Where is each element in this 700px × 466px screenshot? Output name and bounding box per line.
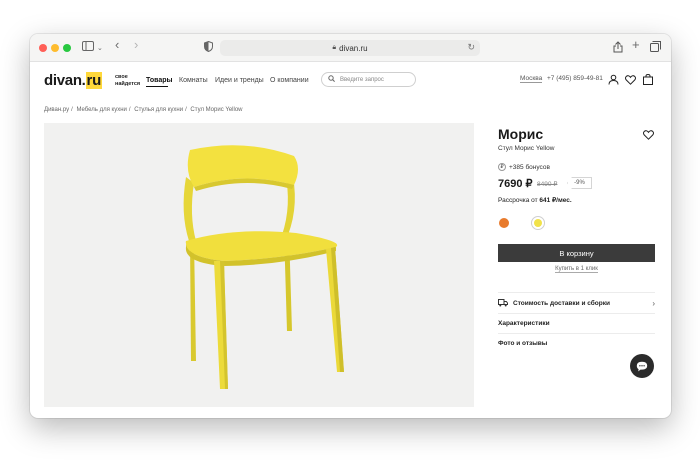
search-icon — [328, 75, 335, 84]
phone-number[interactable]: +7 (495) 859-49-81 — [547, 75, 603, 82]
nav-rooms[interactable]: Комнаты — [179, 77, 208, 84]
color-swatch-yellow[interactable] — [534, 219, 542, 227]
city-selector[interactable]: Москва — [520, 75, 543, 83]
color-swatch-orange[interactable] — [499, 218, 509, 228]
chat-bubble-icon — [636, 361, 648, 371]
current-price: 7690 ₽ — [498, 178, 533, 190]
delivery-cost-row[interactable]: Стоимость доставки и сборки › — [498, 298, 655, 308]
product-title: Морис — [498, 126, 544, 142]
breadcrumb: Диван.ру / Мебель для кухни / Стулья для к… — [44, 107, 243, 113]
logo-main: divan. — [44, 72, 86, 89]
installment-info[interactable]: Рассрочка от 641 ₽/мес. — [498, 196, 572, 204]
buy-one-click-label: Купить в 1 клик — [555, 266, 598, 273]
new-tab-icon[interactable]: + — [632, 38, 640, 52]
old-price: 8490 ₽ — [537, 181, 558, 188]
discount-badge: -9% — [567, 177, 592, 189]
sidebar-icon[interactable] — [82, 41, 94, 55]
slogan: свое найдется — [115, 74, 140, 87]
buy-one-click-link[interactable]: Купить в 1 клик — [498, 266, 655, 273]
breadcrumb-item[interactable]: Диван.ру — [44, 107, 69, 113]
specifications-row[interactable]: Характеристики — [498, 320, 655, 327]
browser-window: ⌄ ‹ › 🔒︎ divan.ru ↻ + divan.ru свое найд… — [30, 34, 671, 418]
slogan-line-2: найдется — [115, 80, 141, 87]
privacy-shield-icon[interactable] — [204, 40, 213, 56]
search-input[interactable]: Введите запрос — [321, 72, 416, 87]
divider — [498, 313, 655, 314]
breadcrumb-current: Стул Морис Yellow — [190, 107, 243, 113]
installment-value: 641 ₽/мес. — [539, 197, 572, 204]
chat-button[interactable] — [630, 354, 654, 378]
add-to-cart-button[interactable]: В корзину — [498, 244, 655, 262]
installment-prefix: Рассрочка от — [498, 197, 540, 204]
product-subtitle: Стул Морис Yellow — [498, 145, 555, 152]
product-image[interactable] — [44, 123, 474, 407]
address-text: divan.ru — [339, 43, 368, 53]
forward-icon[interactable]: › — [134, 38, 138, 52]
chair-illustration — [183, 145, 344, 389]
site-logo[interactable]: divan.ru — [44, 72, 102, 89]
nav-ideas[interactable]: Идеи и тренды — [215, 77, 264, 84]
cart-bag-icon[interactable] — [643, 72, 655, 85]
nav-active-underline — [146, 86, 168, 87]
tabs-overview-icon[interactable] — [650, 41, 661, 56]
bonus-info: ₽ +385 бонусов — [498, 163, 550, 171]
site-header: divan.ru свое найдется Товары Комнаты Ид… — [30, 62, 671, 102]
nav-products[interactable]: Товары — [146, 77, 172, 84]
share-icon[interactable] — [613, 41, 623, 57]
bonus-coin-icon: ₽ — [498, 163, 506, 171]
divider — [498, 292, 655, 293]
reload-icon[interactable]: ↻ — [467, 42, 475, 53]
favorites-heart-icon[interactable] — [624, 72, 637, 85]
breadcrumb-item[interactable]: Мебель для кухни — [76, 107, 126, 113]
bonus-text: +385 бонусов — [509, 163, 550, 171]
minimize-window-button[interactable] — [51, 44, 59, 52]
address-bar[interactable]: 🔒︎ divan.ru ↻ — [220, 40, 480, 56]
browser-toolbar: ⌄ ‹ › 🔒︎ divan.ru ↻ + — [30, 34, 671, 62]
zoom-window-button[interactable] — [63, 44, 71, 52]
add-to-favorites-heart-icon[interactable] — [642, 127, 655, 140]
logo-tld: ru — [85, 72, 102, 89]
back-icon[interactable]: ‹ — [115, 38, 119, 52]
breadcrumb-item[interactable]: Стулья для кухни — [134, 107, 183, 113]
lock-icon: 🔒︎ — [332, 44, 337, 51]
photos-reviews-row[interactable]: Фото и отзывы — [498, 340, 655, 347]
color-swatch-white[interactable] — [518, 218, 528, 228]
divider — [498, 333, 655, 334]
chevron-down-icon[interactable]: ⌄ — [97, 42, 103, 56]
nav-about[interactable]: О компании — [270, 77, 309, 84]
delivery-cost-label: Стоимость доставки и сборки — [513, 299, 610, 307]
search-placeholder: Введите запрос — [340, 76, 384, 83]
chevron-right-icon: › — [652, 298, 655, 308]
close-window-button[interactable] — [39, 44, 47, 52]
user-icon[interactable] — [608, 72, 620, 85]
truck-icon — [498, 299, 508, 307]
